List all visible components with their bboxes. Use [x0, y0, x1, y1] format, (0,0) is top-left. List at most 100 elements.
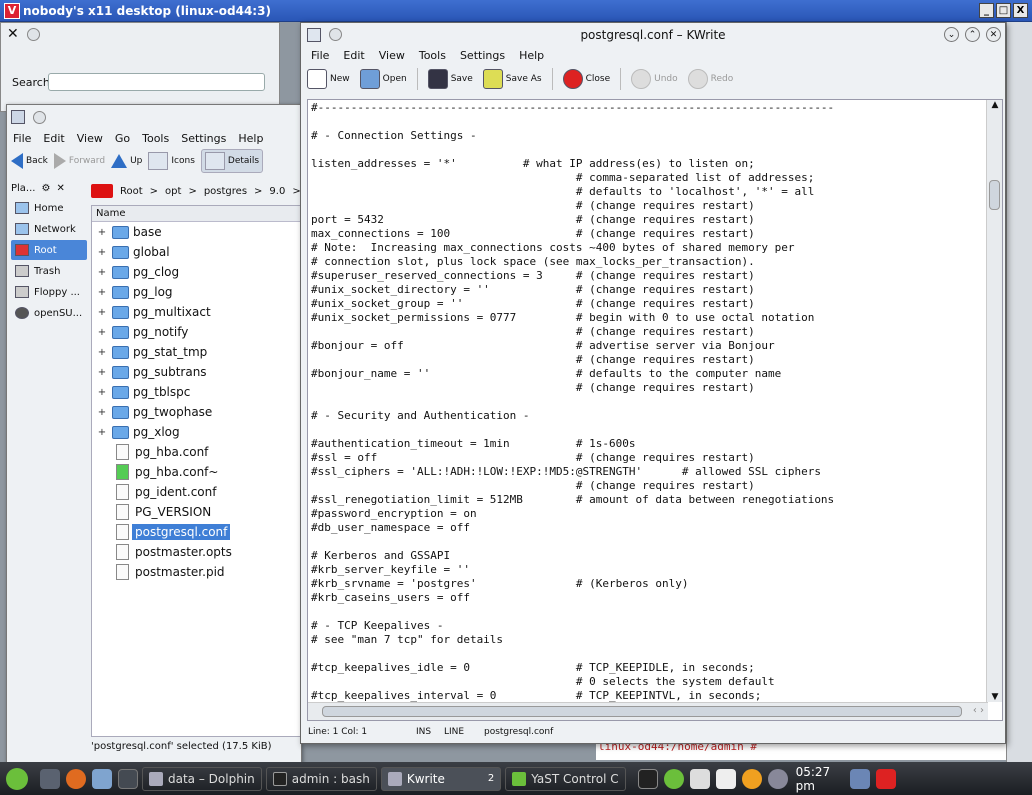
scroll-down-icon[interactable]: ▼: [987, 692, 1002, 702]
back-button[interactable]: Back: [11, 153, 48, 169]
vertical-scrollbar[interactable]: ▲ ▼: [986, 100, 1002, 702]
place-trash[interactable]: Trash: [11, 261, 87, 281]
kwrite-menu-tools[interactable]: Tools: [419, 49, 446, 62]
redo-button[interactable]: Redo: [687, 69, 733, 89]
file-row[interactable]: + pg_log: [92, 282, 300, 302]
network-tray-icon[interactable]: [663, 768, 684, 789]
expand-icon[interactable]: +: [92, 327, 112, 338]
dolphin-menu-file[interactable]: File: [13, 132, 31, 145]
firefox-icon[interactable]: [66, 768, 86, 789]
editor-text[interactable]: #---------------------------------------…: [308, 100, 980, 703]
logout-icon[interactable]: [875, 768, 896, 789]
expand-icon[interactable]: +: [92, 247, 112, 258]
breadcrumb-separator[interactable]: >: [188, 186, 196, 197]
kwrite-menu-help[interactable]: Help: [519, 49, 544, 62]
breadcrumb-9-0[interactable]: 9.0: [269, 186, 285, 197]
pager-icon[interactable]: [118, 768, 138, 789]
file-row[interactable]: pg_hba.conf~: [92, 462, 300, 482]
place-root[interactable]: Root: [11, 240, 87, 260]
dolphin-menu-tools[interactable]: Tools: [142, 132, 169, 145]
volume-icon[interactable]: [689, 768, 710, 789]
vnc-minimize-button[interactable]: _: [979, 3, 994, 18]
breadcrumb-separator[interactable]: >: [150, 186, 158, 197]
place-floppy[interactable]: Floppy ...: [11, 282, 87, 302]
horizontal-scrollbar[interactable]: ‹ ›: [308, 702, 988, 720]
expand-icon[interactable]: +: [92, 307, 112, 318]
task-dolphin[interactable]: data – Dolphin: [142, 766, 262, 791]
file-row[interactable]: postgresql.conf: [92, 522, 300, 542]
breadcrumb-separator[interactable]: >: [254, 186, 262, 197]
file-row[interactable]: + pg_clog: [92, 262, 300, 282]
file-row[interactable]: PG_VERSION: [92, 502, 300, 522]
expand-icon[interactable]: +: [92, 287, 112, 298]
kickoff-menu-button[interactable]: [0, 767, 34, 791]
save-button[interactable]: Save: [427, 69, 473, 89]
selection-mode[interactable]: LINE: [444, 727, 484, 737]
kwrite-menu-settings[interactable]: Settings: [460, 49, 505, 62]
icons-view-button[interactable]: Icons: [148, 152, 195, 170]
scroll-up-icon[interactable]: ▲: [987, 100, 1002, 110]
column-header-name[interactable]: Name: [92, 206, 300, 222]
place-home[interactable]: Home: [11, 198, 87, 218]
kwrite-maximize-icon[interactable]: ⌃: [965, 27, 980, 42]
horizontal-scroll-thumb[interactable]: [322, 706, 962, 717]
expand-icon[interactable]: +: [92, 427, 112, 438]
info-icon[interactable]: [767, 768, 788, 789]
expand-icon[interactable]: +: [92, 267, 112, 278]
file-row[interactable]: + pg_subtrans: [92, 362, 300, 382]
file-row[interactable]: postmaster.pid: [92, 562, 300, 582]
file-row[interactable]: pg_ident.conf: [92, 482, 300, 502]
vnc-maximize-button[interactable]: □: [996, 3, 1011, 18]
new-button[interactable]: New: [307, 69, 350, 89]
file-row[interactable]: pg_hba.conf: [92, 442, 300, 462]
dolphin-menu-go[interactable]: Go: [115, 132, 130, 145]
window-menu-button[interactable]: [26, 27, 40, 41]
clock[interactable]: 05:27 pm: [796, 765, 844, 793]
save-as-button[interactable]: Save As: [482, 69, 542, 89]
place-network[interactable]: Network: [11, 219, 87, 239]
desktop-icon[interactable]: [40, 768, 60, 789]
expand-icon[interactable]: +: [92, 387, 112, 398]
expand-icon[interactable]: +: [92, 347, 112, 358]
file-row[interactable]: + pg_multixact: [92, 302, 300, 322]
file-row[interactable]: + pg_twophase: [92, 402, 300, 422]
breadcrumb-postgres[interactable]: postgres: [204, 186, 247, 197]
breadcrumb-root[interactable]: Root: [120, 186, 143, 197]
file-row[interactable]: + pg_notify: [92, 322, 300, 342]
file-row[interactable]: + base: [92, 222, 300, 242]
terminal-icon[interactable]: [637, 768, 658, 789]
undo-button[interactable]: Undo: [631, 69, 678, 89]
up-button[interactable]: Up: [111, 154, 142, 168]
breadcrumb-opt[interactable]: opt: [165, 186, 181, 197]
expand-icon[interactable]: +: [92, 367, 112, 378]
vertical-scroll-thumb[interactable]: [989, 180, 1000, 210]
text-editor[interactable]: #---------------------------------------…: [307, 99, 1003, 721]
insert-mode[interactable]: INS: [416, 727, 444, 737]
kwrite-menu-view[interactable]: View: [379, 49, 405, 62]
search-input[interactable]: [48, 73, 265, 91]
places-close-icon[interactable]: ✕: [56, 183, 64, 194]
task-kwrite[interactable]: Kwrite 2: [380, 766, 502, 791]
task-konsole[interactable]: admin : bash: [265, 766, 377, 791]
file-row[interactable]: postmaster.opts: [92, 542, 300, 562]
forward-button[interactable]: Forward: [53, 153, 105, 169]
vnc-close-button[interactable]: X: [1013, 3, 1028, 18]
kwrite-menu-edit[interactable]: Edit: [343, 49, 364, 62]
file-row[interactable]: + pg_tblspc: [92, 382, 300, 402]
expand-icon[interactable]: +: [92, 227, 112, 238]
place-opensuse[interactable]: openSU...: [11, 303, 87, 323]
lock-screen-icon[interactable]: [849, 768, 870, 789]
file-row[interactable]: + pg_stat_tmp: [92, 342, 300, 362]
task-yast[interactable]: YaST Control C: [505, 766, 626, 791]
close-button[interactable]: Close: [562, 69, 610, 89]
clipboard-icon[interactable]: [715, 768, 736, 789]
updater-icon[interactable]: [741, 768, 762, 789]
details-view-button[interactable]: Details: [200, 149, 264, 173]
file-row[interactable]: + pg_xlog: [92, 422, 300, 442]
expand-icon[interactable]: +: [92, 407, 112, 418]
file-row[interactable]: + global: [92, 242, 300, 262]
dolphin-menu-help[interactable]: Help: [238, 132, 263, 145]
kwrite-menu-file[interactable]: File: [311, 49, 329, 62]
dolphin-menu-view[interactable]: View: [77, 132, 103, 145]
open-button[interactable]: Open: [359, 69, 407, 89]
